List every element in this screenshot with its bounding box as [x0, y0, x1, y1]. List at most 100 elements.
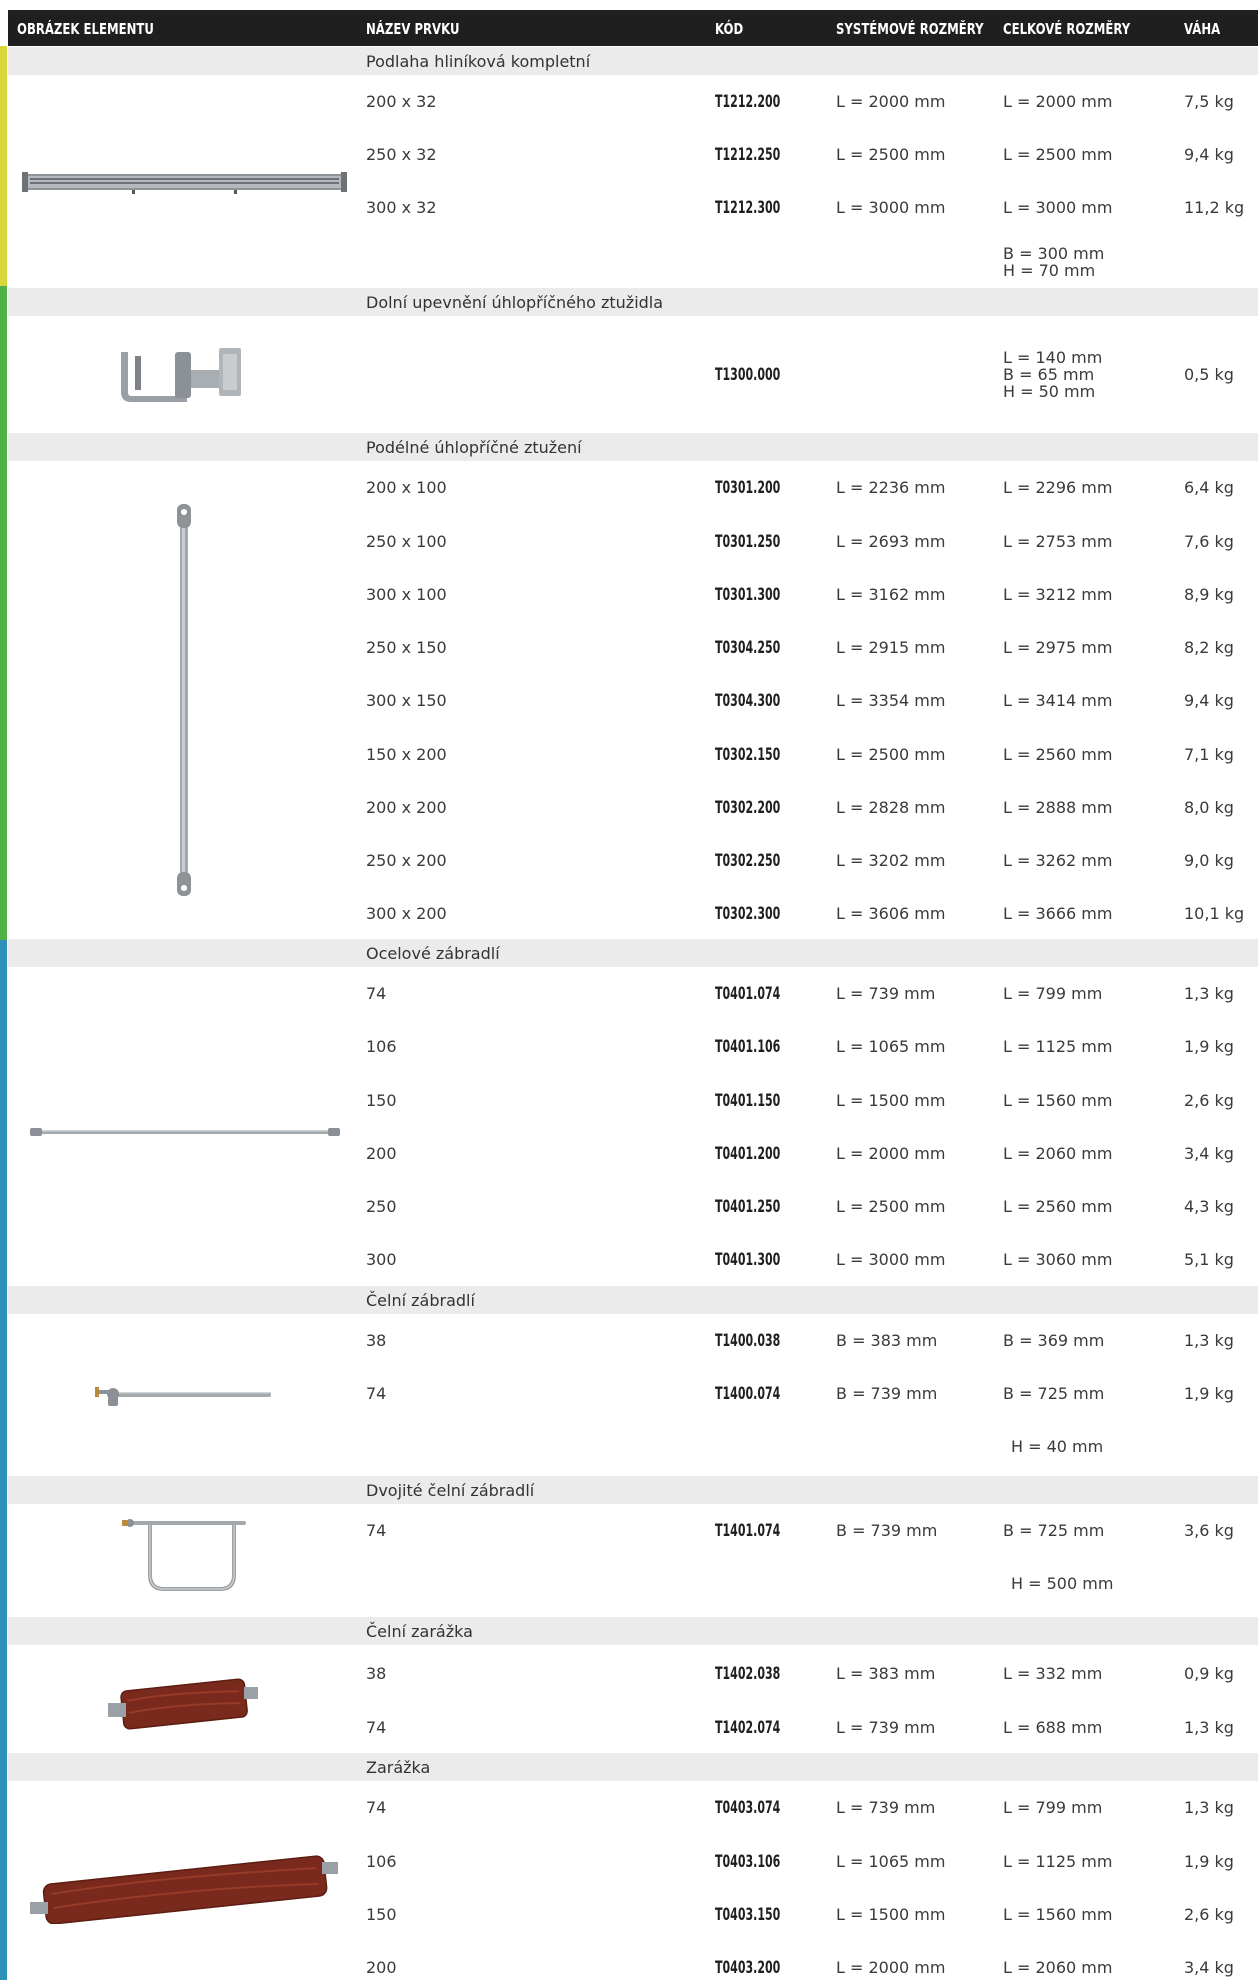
- system-dim-cell: L = 739 mm: [836, 984, 936, 1003]
- code-cell: T0401.200: [715, 1144, 781, 1164]
- weight-cell: 1,9 kg: [1184, 1037, 1234, 1056]
- weight-cell: 1,3 kg: [1184, 1798, 1234, 1817]
- name-cell: 106: [366, 1852, 397, 1871]
- name-cell: 250 x 200: [366, 851, 447, 870]
- code-cell: T1400.074: [715, 1384, 781, 1404]
- total-dim-cell: L = 1125 mm: [1003, 1037, 1113, 1056]
- total-dim-cell: L = 2560 mm: [1003, 1197, 1113, 1216]
- group-band: Dolní upevnění úhlopříčného ztužidla: [8, 288, 1258, 316]
- table-row: 38 T1400.038 B = 383 mm B = 369 mm 1,3 k…: [8, 1325, 1258, 1357]
- weight-cell: 9,4 kg: [1184, 145, 1234, 164]
- system-dim-cell: L = 2500 mm: [836, 1197, 946, 1216]
- group-band: Dvojité čelní zábradlí: [8, 1476, 1258, 1504]
- table-header: OBRÁZEK ELEMENTU NÁZEV PRVKU KÓD SYSTÉMO…: [8, 10, 1258, 46]
- total-dim-cell: L = 3060 mm: [1003, 1250, 1113, 1269]
- table-row: 200 x 32 T1212.200 L = 2000 mm L = 2000 …: [8, 86, 1258, 118]
- header-total: CELKOVÉ ROZMĚRY: [1003, 20, 1131, 38]
- name-cell: 74: [366, 1718, 387, 1737]
- system-dim-cell: L = 3000 mm: [836, 1250, 946, 1269]
- header-weight: VÁHA: [1184, 20, 1221, 38]
- group-band: Podélné úhlopříčné ztužení: [8, 433, 1258, 461]
- name-cell: 38: [366, 1331, 387, 1350]
- table-row: 250 x 32 T1212.250 L = 2500 mm L = 2500 …: [8, 139, 1258, 171]
- name-cell: 150 x 200: [366, 745, 447, 764]
- code-cell: T0403.150: [715, 1905, 781, 1925]
- total-dim-cell: L = 3414 mm: [1003, 691, 1113, 710]
- total-dim-cell: L = 799 mm: [1003, 984, 1103, 1003]
- table-row: 74 T0401.074 L = 739 mm L = 799 mm 1,3 k…: [8, 978, 1258, 1010]
- total-dim-cell: L = 3666 mm: [1003, 904, 1113, 923]
- weight-cell: 1,3 kg: [1184, 1331, 1234, 1350]
- weight-cell: 8,9 kg: [1184, 585, 1234, 604]
- table-row: 250 T0401.250 L = 2500 mm L = 2560 mm 4,…: [8, 1191, 1258, 1223]
- weight-cell: 1,3 kg: [1184, 1718, 1234, 1737]
- name-cell: 300 x 100: [366, 585, 447, 604]
- total-dim-cell: L = 2753 mm: [1003, 532, 1113, 551]
- name-cell: 300 x 150: [366, 691, 447, 710]
- code-cell: T0302.150: [715, 745, 781, 765]
- name-cell: 74: [366, 1384, 387, 1403]
- code-cell: T0301.300: [715, 585, 781, 605]
- system-dim-cell: L = 2915 mm: [836, 638, 946, 657]
- weight-cell: 3,4 kg: [1184, 1958, 1234, 1977]
- code-cell: T1401.074: [715, 1521, 781, 1541]
- code-cell: T1212.200: [715, 92, 781, 112]
- table-row: 200 x 100 T0301.200 L = 2236 mm L = 2296…: [8, 472, 1258, 504]
- code-cell: T0302.200: [715, 798, 781, 818]
- name-cell: 74: [366, 984, 387, 1003]
- code-cell: T0403.200: [715, 1958, 781, 1978]
- group-title: Čelní zábradlí: [366, 1291, 475, 1310]
- total-dim-cell: L = 688 mm: [1003, 1718, 1103, 1737]
- total-dim-cell: L = 799 mm: [1003, 1798, 1103, 1817]
- weight-cell: 5,1 kg: [1184, 1250, 1234, 1269]
- name-cell: 150: [366, 1091, 397, 1110]
- weight-cell: 7,6 kg: [1184, 532, 1234, 551]
- section-stripe-yellow: [0, 46, 7, 286]
- weight-cell: 9,4 kg: [1184, 691, 1234, 710]
- table-row: 300 x 200 T0302.300 L = 3606 mm L = 3666…: [8, 898, 1258, 930]
- header-name: NÁZEV PRVKU: [366, 20, 460, 38]
- name-cell: 250 x 32: [366, 145, 437, 164]
- total-dim-cell: L = 1125 mm: [1003, 1852, 1113, 1871]
- header-image: OBRÁZEK ELEMENTU: [17, 20, 154, 38]
- total-dim-cell: L = 2000 mm: [1003, 92, 1113, 111]
- system-dim-cell: L = 2000 mm: [836, 1958, 946, 1977]
- system-dim-cell: L = 2828 mm: [836, 798, 946, 817]
- name-cell: 200 x 100: [366, 478, 447, 497]
- weight-cell: 7,5 kg: [1184, 92, 1234, 111]
- code-cell: T0401.106: [715, 1037, 781, 1057]
- system-dim-cell: B = 739 mm: [836, 1521, 938, 1540]
- section-stripe-green: [0, 286, 7, 940]
- system-dim-cell: L = 2000 mm: [836, 1144, 946, 1163]
- total-dim-cell: B = 725 mm: [1003, 1384, 1105, 1403]
- table-row: 200 T0401.200 L = 2000 mm L = 2060 mm 3,…: [8, 1138, 1258, 1170]
- code-cell: T1400.038: [715, 1331, 781, 1351]
- extra-dim-h: H = 500 mm: [1011, 1574, 1114, 1593]
- extra-dim-h: H = 70 mm: [1003, 261, 1096, 280]
- dim-line: L = 140 mm: [1003, 348, 1103, 367]
- group-band: Zarážka: [8, 1753, 1258, 1781]
- name-cell: 200 x 200: [366, 798, 447, 817]
- total-dim-cell: L = 2060 mm: [1003, 1144, 1113, 1163]
- system-dim-cell: L = 2500 mm: [836, 145, 946, 164]
- name-cell: 74: [366, 1798, 387, 1817]
- total-dim-cell: L = 2060 mm: [1003, 1958, 1113, 1977]
- name-cell: 250 x 150: [366, 638, 447, 657]
- code-cell: T0403.074: [715, 1798, 781, 1818]
- name-cell: 250 x 100: [366, 532, 447, 551]
- total-dim-cell: L = 2975 mm: [1003, 638, 1113, 657]
- system-dim-cell: L = 3354 mm: [836, 691, 946, 710]
- toeboard-icon: [30, 1854, 340, 1924]
- system-dim-cell: L = 3000 mm: [836, 198, 946, 217]
- dim-line: H = 50 mm: [1003, 382, 1096, 401]
- group-band: Podlaha hliníková kompletní: [8, 47, 1258, 75]
- system-dim-cell: L = 2000 mm: [836, 92, 946, 111]
- code-cell: T0401.250: [715, 1197, 781, 1217]
- header-system: SYSTÉMOVÉ ROZMĚRY: [836, 20, 984, 38]
- group-title: Zarážka: [366, 1758, 431, 1777]
- weight-cell: 1,3 kg: [1184, 984, 1234, 1003]
- extra-dimensions: B = 300 mm H = 70 mm: [1003, 245, 1104, 279]
- system-dim-cell: L = 3606 mm: [836, 904, 946, 923]
- header-code: KÓD: [715, 20, 744, 38]
- weight-cell: 9,0 kg: [1184, 851, 1234, 870]
